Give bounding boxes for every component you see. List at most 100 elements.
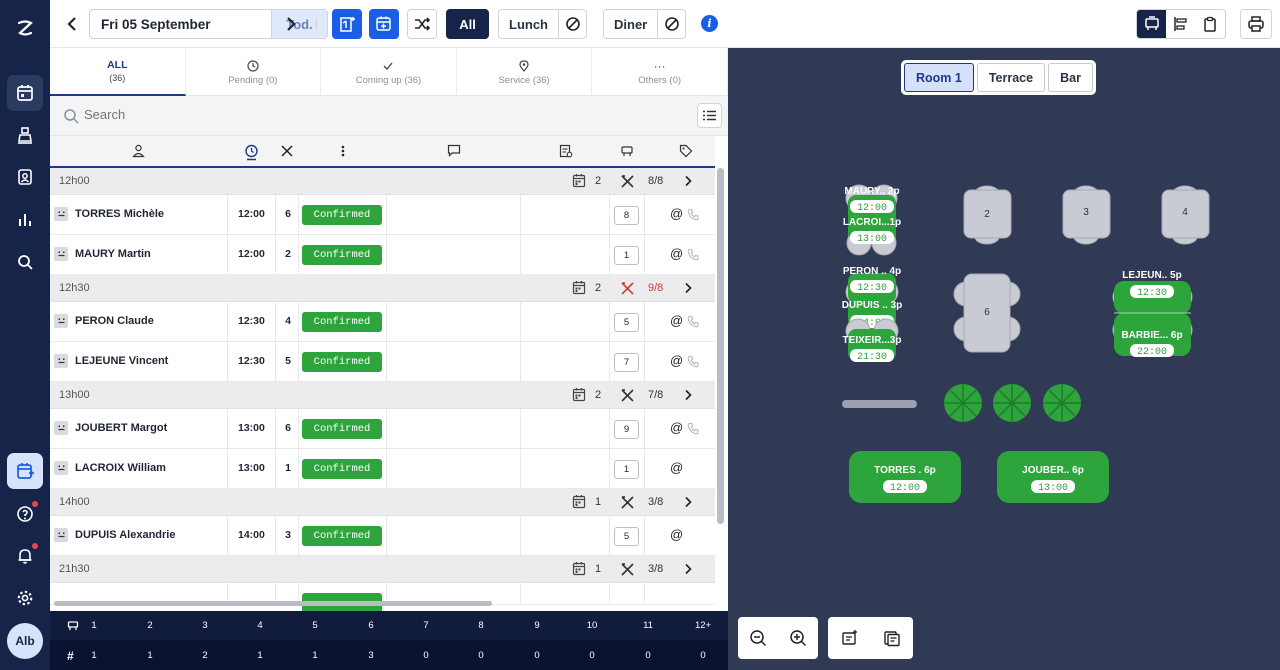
table-3[interactable]: 3: [1062, 185, 1111, 245]
table-number-box[interactable]: 5: [614, 527, 639, 546]
guest-name[interactable]: LEJEUNE Vincent: [75, 355, 168, 367]
register-icon[interactable]: [7, 117, 43, 153]
tab-service[interactable]: Service (36): [457, 48, 593, 96]
table-row[interactable]: LEJEUNE Vincent 12:30 5 Confirmed 7 @: [50, 342, 715, 382]
block-diner-button[interactable]: [657, 10, 685, 38]
status-badge[interactable]: Confirmed: [302, 459, 382, 479]
guest-name[interactable]: PERON Claude: [75, 315, 154, 327]
shuffle-button[interactable]: [407, 9, 437, 39]
bell-icon[interactable]: [7, 538, 43, 574]
table-joubert[interactable]: JOUBER.. 6p 13:00: [997, 451, 1109, 503]
phone-icon[interactable]: [687, 315, 699, 328]
guest-sort-icon[interactable]: [132, 144, 145, 158]
table-number-box[interactable]: 5: [614, 313, 639, 332]
time-group-header[interactable]: 12h30 2 9/8: [50, 275, 715, 302]
table-row[interactable]: LACROIX William 13:00 1 Confirmed 1 @: [50, 449, 715, 489]
time-group-header[interactable]: 21h30 1 3/8: [50, 556, 715, 583]
guest-name[interactable]: TORRES Michèle: [75, 208, 164, 220]
table-2[interactable]: 2: [963, 185, 1012, 245]
phone-icon[interactable]: [687, 355, 699, 368]
comment-icon[interactable]: [447, 144, 461, 157]
covers-sort-icon[interactable]: [280, 144, 294, 158]
email-at-icon[interactable]: @: [670, 527, 683, 542]
lunch-service[interactable]: Lunch: [498, 9, 587, 39]
diner-service[interactable]: Diner: [603, 9, 687, 39]
time-group-header[interactable]: 13h00 2 7/8: [50, 382, 715, 409]
time-sort-icon[interactable]: [244, 144, 259, 161]
settings-gear-icon[interactable]: [7, 580, 43, 616]
table-number-box[interactable]: 1: [614, 460, 639, 479]
status-badge[interactable]: Confirmed: [302, 352, 382, 372]
table-number-box[interactable]: 9: [614, 420, 639, 439]
previous-day-button[interactable]: [61, 9, 83, 39]
time-group-header[interactable]: 12h00 2 8/8: [50, 168, 715, 195]
table-number-box[interactable]: 1: [614, 246, 639, 265]
horizontal-scrollbar[interactable]: [54, 601, 492, 606]
search-nav-icon[interactable]: [7, 244, 43, 280]
block-lunch-button[interactable]: [558, 10, 586, 38]
table-4[interactable]: 4: [1161, 185, 1210, 245]
chevron-right-icon[interactable]: [683, 563, 693, 575]
info-icon[interactable]: i: [701, 15, 718, 32]
table-lejeune-barbier[interactable]: LEJEUN.. 5p 12:30 BARBIE... 6p 22:00: [1112, 270, 1193, 358]
column-settings-button[interactable]: [697, 103, 722, 128]
chevron-right-icon[interactable]: [683, 282, 693, 294]
zoom-out-icon[interactable]: [749, 629, 767, 647]
table-column-icon[interactable]: [620, 144, 634, 158]
list-view-button[interactable]: [1196, 10, 1225, 38]
phone-icon[interactable]: [687, 422, 699, 435]
add-reservation-button[interactable]: [369, 9, 399, 39]
table-torres[interactable]: TORRES . 6p 12:00: [849, 451, 961, 503]
table-peron[interactable]: PERON .. 4p 12:30: [843, 266, 901, 305]
email-at-icon[interactable]: @: [670, 313, 683, 328]
analytics-icon[interactable]: [7, 202, 43, 238]
guest-name[interactable]: JOUBERT Margot: [75, 422, 167, 434]
avatar[interactable]: Alb: [7, 623, 43, 659]
status-more-icon[interactable]: [340, 144, 346, 158]
status-badge[interactable]: Confirmed: [302, 205, 382, 225]
status-badge[interactable]: Confirmed: [302, 419, 382, 439]
chevron-right-icon[interactable]: [683, 175, 693, 187]
table-combine-icon[interactable]: [840, 629, 858, 647]
search-input[interactable]: [84, 107, 384, 122]
vertical-scrollbar[interactable]: [717, 168, 724, 524]
email-at-icon[interactable]: @: [670, 420, 683, 435]
all-services-button[interactable]: All: [446, 9, 489, 39]
status-badge[interactable]: Confirmed: [302, 245, 382, 265]
new-reservation-icon[interactable]: [7, 453, 43, 489]
calendar-nav-icon[interactable]: [7, 75, 43, 111]
phone-icon[interactable]: [687, 248, 699, 261]
table-row[interactable]: PERON Claude 12:30 4 Confirmed 5 @: [50, 302, 715, 342]
email-at-icon[interactable]: @: [670, 353, 683, 368]
help-icon[interactable]: [7, 496, 43, 532]
chevron-right-icon[interactable]: [683, 496, 693, 508]
next-day-button[interactable]: [280, 9, 302, 39]
email-at-icon[interactable]: @: [670, 246, 683, 261]
guest-name[interactable]: LACROIX William: [75, 462, 166, 474]
status-badge[interactable]: Confirmed: [302, 312, 382, 332]
notes-icon[interactable]: [883, 629, 901, 647]
tab-others[interactable]: ··· Others (0): [592, 48, 728, 96]
table-row[interactable]: MAURY Martin 12:00 2 Confirmed 1 @: [50, 235, 715, 275]
guest-name[interactable]: MAURY Martin: [75, 248, 151, 260]
tab-coming-up[interactable]: Coming up (36): [321, 48, 457, 96]
phone-icon[interactable]: [687, 208, 699, 221]
walk-in-button[interactable]: [332, 9, 362, 39]
guest-name[interactable]: DUPUIS Alexandrie: [75, 529, 175, 541]
time-group-header[interactable]: 14h00 1 3/8: [50, 489, 715, 516]
email-at-icon[interactable]: @: [670, 206, 683, 221]
tag-icon[interactable]: [679, 144, 693, 158]
table-row[interactable]: DUPUIS Alexandrie 14:00 3 Confirmed 5 @: [50, 516, 715, 556]
chevron-right-icon[interactable]: [683, 389, 693, 401]
zoom-in-icon[interactable]: [789, 629, 807, 647]
email-at-icon[interactable]: @: [670, 460, 683, 475]
table-number-box[interactable]: 8: [614, 206, 639, 225]
tab-pending[interactable]: Pending (0): [186, 48, 322, 96]
zenchef-logo[interactable]: [7, 10, 43, 46]
table-6[interactable]: 6: [953, 273, 1021, 353]
timeline-view-button[interactable]: [1166, 10, 1195, 38]
print-button[interactable]: [1240, 9, 1272, 39]
table-lacroix[interactable]: LACROI...1p 13:00: [843, 214, 901, 256]
guest-book-icon[interactable]: [7, 159, 43, 195]
booking-note-icon[interactable]: [559, 144, 573, 158]
